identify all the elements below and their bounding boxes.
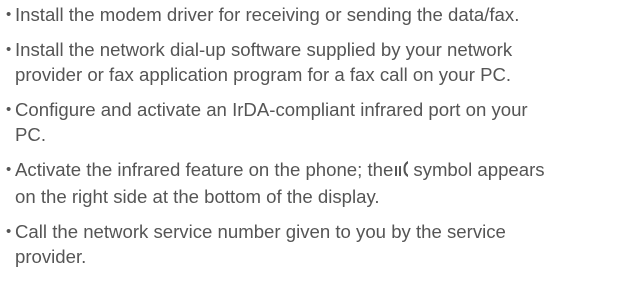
instruction-list: • Install the modem driver for receiving… [6, 2, 642, 279]
list-item: • Install the network dial-up software s… [6, 37, 642, 87]
infrared-icon [395, 159, 409, 184]
list-item-text: Install the network dial-up software sup… [15, 39, 513, 85]
bullet: • [6, 223, 12, 240]
bullet: • [6, 6, 12, 23]
list-item: • Activate the infrared feature on the p… [6, 157, 642, 209]
list-item-text: Install the modem driver for receiving o… [15, 4, 520, 25]
list-item: • Configure and activate an IrDA-complia… [6, 97, 642, 147]
bullet: • [6, 161, 12, 178]
list-item-text: Call the network service number given to… [15, 221, 506, 267]
list-item-text: Configure and activate an IrDA-compliant… [15, 99, 528, 145]
list-item: • Install the modem driver for receiving… [6, 2, 642, 27]
list-item-text-before: Activate the infrared feature on the pho… [15, 159, 394, 180]
list-item-text: Activate the infrared feature on the pho… [15, 157, 642, 209]
bullet: • [6, 101, 12, 118]
bullet: • [6, 41, 12, 58]
list-item: • Call the network service number given … [6, 219, 642, 269]
